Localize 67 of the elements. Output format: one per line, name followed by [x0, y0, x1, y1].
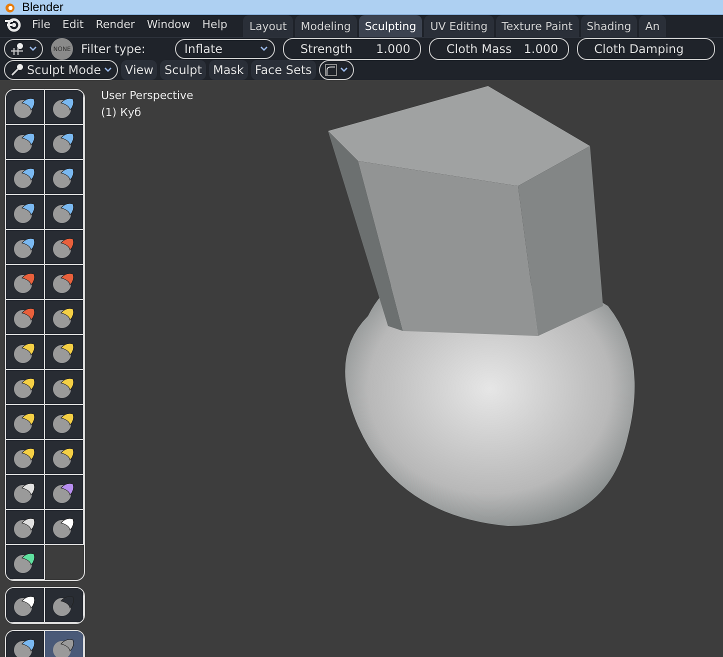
caret-icon [104, 67, 112, 73]
curve-icon [324, 64, 337, 76]
tool-button[interactable] [45, 475, 84, 510]
app-logo-icon [4, 1, 16, 13]
tool-button[interactable] [6, 335, 45, 370]
caret-icon [340, 67, 348, 73]
workspace-tab[interactable]: Texture Paint [496, 15, 579, 37]
tool-button[interactable] [45, 588, 84, 623]
tool-button[interactable] [6, 265, 45, 300]
tool-button[interactable] [6, 195, 45, 230]
tool-button[interactable] [45, 510, 84, 545]
brush-icon [10, 42, 26, 56]
options-dropdown[interactable] [318, 60, 354, 80]
workspace-tab[interactable]: Sculpting [358, 15, 422, 37]
tool-button[interactable] [6, 300, 45, 335]
tool-button[interactable] [45, 125, 84, 160]
tool-button[interactable] [45, 631, 84, 657]
tool-button[interactable] [45, 440, 84, 475]
workspace-tab[interactable]: An [639, 15, 666, 37]
value-field[interactable]: Strength 1.000 [283, 38, 422, 60]
tool-button[interactable] [45, 90, 84, 125]
tool-button[interactable] [6, 440, 45, 475]
window-title: Blender [22, 0, 64, 14]
header-menu[interactable]: Face Sets [250, 60, 316, 80]
workspace-tab[interactable]: Layout [243, 15, 293, 37]
tool-button[interactable] [45, 335, 84, 370]
caret-icon [260, 46, 268, 52]
workspace-tab[interactable]: Shading [580, 15, 638, 37]
value-field[interactable]: Cloth Damping [577, 38, 716, 60]
header-menu[interactable]: View [121, 60, 158, 80]
tool-button[interactable] [6, 160, 45, 195]
header-menu[interactable]: Mask [208, 60, 248, 80]
brush-icon [10, 63, 24, 77]
tool-button[interactable] [45, 195, 84, 230]
tool-button[interactable] [6, 230, 45, 265]
tool-button[interactable] [6, 475, 45, 510]
menu-item[interactable]: Edit [56, 18, 90, 37]
header-menu[interactable]: Sculpt [160, 60, 206, 80]
viewport-info-text: User Perspective [101, 89, 194, 102]
tool-button[interactable] [6, 370, 45, 405]
menu-item[interactable]: Window [140, 18, 196, 37]
tool-button[interactable] [6, 125, 45, 160]
tool-button[interactable] [45, 405, 84, 440]
tool-dropdown[interactable] [4, 39, 43, 59]
tool-button[interactable] [45, 230, 84, 265]
tool-button[interactable] [6, 90, 45, 125]
tool-button[interactable] [6, 405, 45, 440]
tool-button[interactable] [45, 370, 84, 405]
tool-button[interactable] [45, 300, 84, 335]
caret-icon [29, 46, 37, 52]
tool-button[interactable] [45, 160, 84, 195]
tool-button[interactable] [6, 510, 45, 545]
menu-item[interactable]: Render [90, 18, 141, 37]
menu-item[interactable]: File [26, 18, 56, 37]
app-logo-icon[interactable] [4, 16, 22, 32]
tool-button[interactable] [6, 545, 45, 580]
workspace-tab[interactable]: Modeling [294, 15, 357, 37]
filter-type-dropdown[interactable]: Inflate [175, 39, 276, 59]
tool-button[interactable] [45, 265, 84, 300]
mode-dropdown[interactable]: Sculpt Mode [4, 60, 118, 80]
menu-item[interactable]: Help [196, 18, 234, 37]
value-field[interactable]: Cloth Mass 1.000 [429, 38, 570, 60]
tool-button[interactable] [6, 588, 45, 623]
workspace-tab[interactable]: UV Editing [424, 15, 494, 37]
filter-type-label: Filter type: [81, 42, 146, 56]
tool-button[interactable] [6, 631, 45, 657]
viewport-info-text: (1) Куб [101, 106, 142, 119]
